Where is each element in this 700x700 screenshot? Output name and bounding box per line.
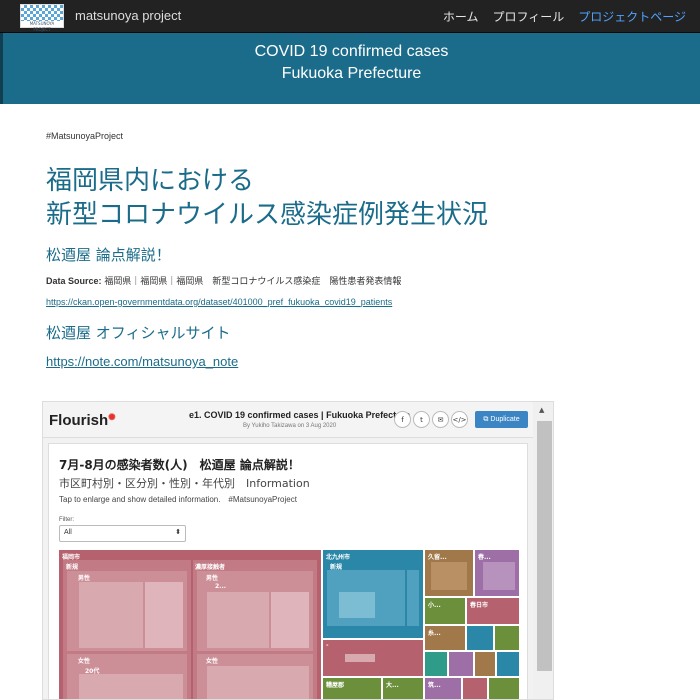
- tm-block[interactable]: [207, 666, 309, 699]
- hashtag: #MatsunoyaProject: [46, 131, 124, 141]
- tm-block[interactable]: [271, 592, 309, 648]
- scroll-up-icon[interactable]: ▲: [539, 406, 544, 414]
- data-source-label: Data Source:: [46, 276, 102, 286]
- section-heading-commentary: 松逎屋 論点解説！: [46, 246, 171, 264]
- tm-label-kasuya: 糟屋郡: [326, 682, 345, 689]
- nav-link-home[interactable]: ホーム: [443, 8, 479, 25]
- duplicate-label: Duplicate: [490, 416, 520, 423]
- duplicate-icon: ⧉: [483, 415, 489, 423]
- tm-block[interactable]: [431, 562, 467, 590]
- official-site-link[interactable]: https://note.com/matsunoya_note: [46, 354, 238, 369]
- viz-title: 7月-8月の感染者数(人) 松逎屋 論点解説！: [59, 458, 300, 472]
- page-title: 福岡県内における 新型コロナウイルス感染症例発生状況: [46, 164, 488, 232]
- tm-label-two: 2...: [215, 583, 227, 590]
- tm-small-block[interactable]: [463, 678, 487, 699]
- banner-line1: COVID 19 confirmed cases: [254, 43, 449, 60]
- data-source-text: 福岡県｜福岡県｜福岡県 新型コロナウイルス感染症 陽性患者発表情報: [104, 277, 402, 287]
- tm-small-block[interactable]: [497, 652, 519, 676]
- viz-subtitle: 市区町村別・区分別・性別・年代別 Information: [59, 477, 310, 490]
- flourish-logo[interactable]: Flourish✺: [49, 412, 116, 429]
- tm-label-ono: 大...: [386, 682, 399, 689]
- tm-label-male1: 男性: [78, 575, 91, 582]
- banner-line2: Fukuoka Prefecture: [281, 65, 422, 82]
- flourish-embed: Flourish✺ e1. COVID 19 confirmed cases |…: [42, 401, 554, 700]
- data-source: Data Source: 福岡県｜福岡県｜福岡県 新型コロナウイルス感染症 陽性…: [46, 274, 401, 287]
- brand-logo[interactable]: MATSUNOYA PROJECT: [20, 4, 64, 32]
- tm-label-male2: 男性: [206, 575, 219, 582]
- tm-block[interactable]: [339, 592, 375, 618]
- filter-value: All: [64, 529, 72, 536]
- tm-label-kasuga: 春日市: [470, 602, 489, 609]
- facebook-icon[interactable]: f: [394, 411, 411, 428]
- nav-link-projects[interactable]: プロジェクトページ: [578, 8, 686, 25]
- tm-small-block[interactable]: [489, 678, 519, 699]
- embed-title[interactable]: e1. COVID 19 confirmed cases | Fukuoka P…: [189, 410, 410, 420]
- tm-small-block[interactable]: [449, 652, 473, 676]
- tm-label-new1: 新規: [66, 564, 79, 571]
- tm-block[interactable]: [79, 582, 143, 648]
- page-title-line2: 新型コロナウイルス感染症例発生状況: [46, 200, 489, 230]
- tm-block[interactable]: [79, 674, 183, 699]
- tm-block[interactable]: [407, 570, 419, 626]
- filter-select[interactable]: All ⬍: [59, 525, 186, 542]
- tm-block[interactable]: [145, 582, 183, 648]
- tm-label-female1: 女性: [78, 658, 91, 665]
- tm-label-other2: 小...: [428, 602, 441, 609]
- tm-label-dash: -: [326, 642, 329, 649]
- duplicate-button[interactable]: ⧉ Duplicate: [475, 411, 528, 428]
- email-icon[interactable]: ✉: [432, 411, 449, 428]
- tm-small-block[interactable]: [467, 626, 493, 650]
- nav-link-profile[interactable]: プロフィール: [492, 8, 564, 25]
- filter-label: Filter:: [59, 517, 74, 523]
- flourish-dot-icon: ✺: [108, 412, 116, 422]
- tm-label-other3: 糸...: [428, 630, 441, 637]
- scrollbar-thumb[interactable]: [537, 421, 552, 671]
- embed-scrollbar[interactable]: ▲: [533, 402, 553, 699]
- viz-description: Tap to enlarge and show detailed informa…: [59, 495, 297, 504]
- twitter-icon[interactable]: t: [413, 411, 430, 428]
- treemap: 福岡市 新規 男性 女性 20代 濃厚接触者 男性 2... 女性 北九州市 新: [59, 550, 519, 699]
- brand-name[interactable]: matsunoya project: [75, 8, 181, 23]
- nav-links: ホーム プロフィール プロジェクトページ: [443, 8, 686, 25]
- tm-label-other4: 筑...: [428, 682, 441, 689]
- tm-label-kitakyushu: 北九州市: [326, 554, 351, 561]
- tm-small-block[interactable]: [475, 652, 495, 676]
- tm-small-block[interactable]: [425, 652, 447, 676]
- tm-label-female2: 女性: [206, 658, 219, 665]
- treemap-visualization: 7月-8月の感染者数(人) 松逎屋 論点解説！ 市区町村別・区分別・性別・年代別…: [48, 443, 528, 699]
- page-title-line1: 福岡県内における: [46, 166, 255, 196]
- data-source-link[interactable]: https://ckan.open-governmentdata.org/dat…: [46, 297, 392, 307]
- tm-label-other1: 春...: [478, 554, 491, 561]
- tm-block[interactable]: [207, 592, 269, 648]
- tm-block[interactable]: [483, 562, 515, 590]
- logo-caption: MATSUNOYA PROJECT: [21, 21, 63, 32]
- select-arrow-icon: ⬍: [175, 529, 181, 536]
- share-buttons: f t ✉ </>: [394, 411, 468, 428]
- tm-small-block[interactable]: [495, 626, 519, 650]
- tm-label-kurume: 久留...: [428, 554, 447, 561]
- flourish-header: Flourish✺ e1. COVID 19 confirmed cases |…: [43, 402, 553, 438]
- embed-byline: By Yukiho Takizawa on 3 Aug 2020: [243, 423, 337, 429]
- top-navbar: MATSUNOYA PROJECT matsunoya project ホーム …: [0, 0, 700, 33]
- hero-banner: COVID 19 confirmed cases Fukuoka Prefect…: [0, 33, 700, 104]
- section-heading-official-site: 松逎屋 オフィシャルサイト: [46, 324, 231, 342]
- tm-label-contact: 濃厚接触者: [195, 564, 226, 571]
- code-icon[interactable]: </>: [451, 411, 468, 428]
- tm-block[interactable]: [345, 654, 375, 662]
